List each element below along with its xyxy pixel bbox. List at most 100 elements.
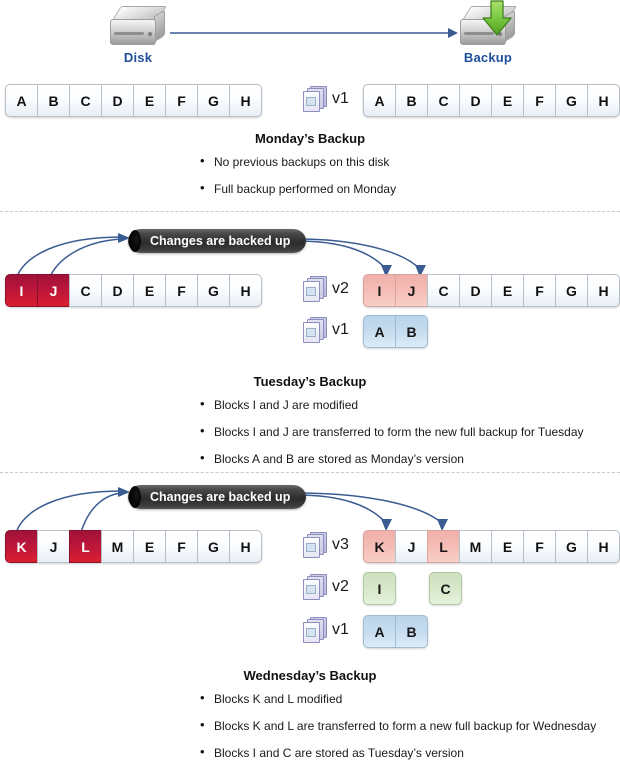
wednesday-version-v3-label: v3 — [303, 532, 349, 558]
data-block: M — [459, 530, 492, 563]
data-block: F — [523, 274, 556, 307]
data-block: C — [69, 84, 102, 117]
data-block: D — [101, 274, 134, 307]
wednesday-backup-v2-blocks: IC — [363, 572, 462, 605]
data-block: J — [395, 274, 428, 307]
data-block: A — [363, 315, 396, 348]
data-block: D — [101, 84, 134, 117]
bullet-item: Full backup performed on Monday — [200, 181, 396, 196]
data-block: E — [133, 530, 166, 563]
backup-label: Backup — [463, 50, 513, 65]
data-block: H — [229, 274, 262, 307]
monday-backup-v1-blocks: ABCDEFGH — [363, 84, 620, 117]
divider-2 — [0, 472, 620, 473]
monday-caption: Monday’s Backup — [254, 131, 366, 146]
bullet-item: Blocks I and J are transferred to form t… — [200, 424, 584, 439]
data-block: E — [491, 274, 524, 307]
data-block: A — [363, 615, 396, 648]
data-block: C — [69, 274, 102, 307]
disk-device: Disk — [100, 6, 176, 65]
data-block: A — [5, 84, 38, 117]
data-block: H — [587, 84, 620, 117]
data-block: J — [395, 530, 428, 563]
data-block: F — [523, 530, 556, 563]
wednesday-version-v2-label: v2 — [303, 574, 349, 600]
document-stack-icon — [303, 574, 327, 600]
wednesday-caption: Wednesday’s Backup — [243, 668, 377, 683]
version-text: v3 — [332, 536, 349, 553]
data-block: D — [459, 274, 492, 307]
tuesday-caption: Tuesday’s Backup — [253, 374, 367, 389]
version-text: v1 — [332, 321, 349, 338]
data-block: A — [363, 84, 396, 117]
data-block: C — [429, 572, 462, 605]
data-block: H — [587, 530, 620, 563]
data-block: G — [555, 530, 588, 563]
data-block: D — [459, 84, 492, 117]
tuesday-disk-blocks: IJCDEFGH — [5, 274, 262, 307]
version-text: v1 — [332, 621, 349, 638]
data-block: J — [37, 530, 70, 563]
data-block: G — [197, 530, 230, 563]
data-block: I — [363, 274, 396, 307]
data-block: F — [165, 530, 198, 563]
document-stack-icon — [303, 86, 327, 112]
wednesday-disk-blocks: KJLMEFGH — [5, 530, 262, 563]
data-block: G — [555, 274, 588, 307]
bullet-item: No previous backups on this disk — [200, 154, 396, 169]
wednesday-bullet-list: Blocks K and L modified Blocks K and L ar… — [200, 691, 596, 767]
data-block: K — [5, 530, 38, 563]
pill-label: Changes are backed up — [150, 234, 291, 248]
bullet-item: Blocks A and B are stored as Monday’s ve… — [200, 451, 584, 466]
data-block: F — [165, 84, 198, 117]
data-block: I — [5, 274, 38, 307]
data-block: C — [427, 274, 460, 307]
download-arrow-icon — [482, 0, 512, 36]
bullet-item: Blocks K and L are transferred to form a… — [200, 718, 596, 733]
data-block: G — [197, 274, 230, 307]
data-block: B — [395, 315, 428, 348]
data-block: E — [133, 84, 166, 117]
wednesday-backup-v1-blocks: AB — [363, 615, 428, 648]
data-block: G — [197, 84, 230, 117]
disk-icon — [110, 6, 167, 48]
data-block: B — [395, 84, 428, 117]
tuesday-backup-v1-blocks: AB — [363, 315, 428, 348]
data-block: B — [395, 615, 428, 648]
version-text: v2 — [332, 578, 349, 595]
wednesday-version-v1-label: v1 — [303, 617, 349, 643]
data-block: H — [587, 274, 620, 307]
monday-bullet-list: No previous backups on this disk Full bac… — [200, 154, 396, 209]
data-block: L — [69, 530, 102, 563]
tuesday-backup-v2-blocks: IJCDEFGH — [363, 274, 620, 307]
device-icon-row: Disk Backup — [0, 0, 620, 78]
monday-version-v1-label: v1 — [303, 86, 349, 112]
data-block: E — [491, 84, 524, 117]
data-block: E — [133, 274, 166, 307]
changes-backed-up-pill-tuesday: Changes are backed up — [128, 229, 307, 253]
data-block: B — [37, 84, 70, 117]
pill-end-cap — [129, 230, 141, 252]
data-block: L — [427, 530, 460, 563]
backup-diagram-page: Disk Backup ABC D E F G H v1 A B C D E F… — [0, 0, 620, 767]
data-block: E — [491, 530, 524, 563]
bullet-item: Blocks I and J are modified — [200, 397, 584, 412]
data-block: I — [363, 572, 396, 605]
bullet-item: Blocks K and L modified — [200, 691, 596, 706]
divider-1 — [0, 211, 620, 212]
wednesday-backup-v3-blocks: KJLMEFGH — [363, 530, 620, 563]
backup-device: Backup — [450, 0, 526, 65]
bullet-item: Blocks I and C are stored as Tuesday’s v… — [200, 745, 596, 760]
pill-label: Changes are backed up — [150, 490, 291, 504]
version-text: v2 — [332, 280, 349, 297]
version-text: v1 — [332, 90, 349, 107]
tuesday-version-v1-label: v1 — [303, 317, 349, 343]
data-block — [396, 572, 429, 605]
document-stack-icon — [303, 532, 327, 558]
document-stack-icon — [303, 317, 327, 343]
data-block: M — [101, 530, 134, 563]
backup-icon — [460, 0, 517, 48]
document-stack-icon — [303, 276, 327, 302]
monday-disk-blocks: ABCDEFGH — [5, 84, 262, 117]
disk-to-backup-arrow — [170, 28, 458, 38]
